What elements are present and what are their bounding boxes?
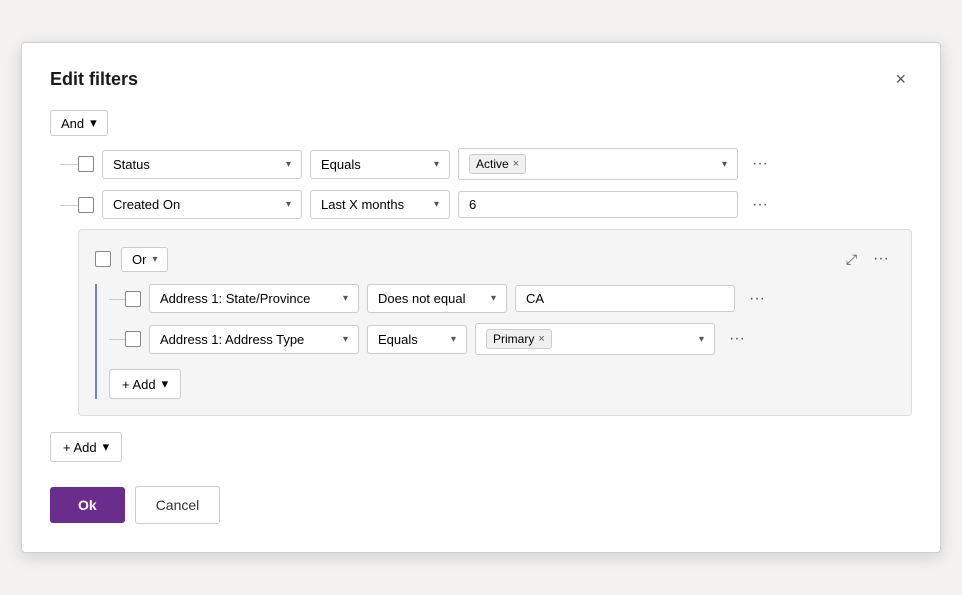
state-field-dropdown[interactable]: Address 1: State/Province ▾ <box>149 284 359 313</box>
dialog-title: Edit filters <box>50 69 138 90</box>
primary-tag-close-icon[interactable]: × <box>538 333 544 345</box>
address-type-operator-dropdown[interactable]: Equals ▾ <box>367 325 467 354</box>
created-on-value-input[interactable] <box>469 197 727 212</box>
status-active-tag: Active × <box>469 154 526 174</box>
address-type-field-dropdown[interactable]: Address 1: Address Type ▾ <box>149 325 359 354</box>
or-group-more-button[interactable]: ··· <box>867 246 895 272</box>
dialog-header: Edit filters × <box>50 67 912 92</box>
or-group: Or ▾ ⤢ ··· Address 1: State/Province ▾ <box>78 229 912 416</box>
address-type-operator-chevron-icon: ▾ <box>451 334 456 345</box>
state-value-input[interactable] <box>526 291 724 306</box>
close-button[interactable]: × <box>889 67 912 92</box>
or-operator-dropdown[interactable]: Or ▾ <box>121 247 168 272</box>
created-on-operator-chevron-icon: ▾ <box>434 199 439 210</box>
ok-button[interactable]: Ok <box>50 487 125 523</box>
address-type-row-more-button[interactable]: ··· <box>723 326 751 352</box>
address-type-value-chevron-icon: ▾ <box>699 334 704 345</box>
created-on-field-dropdown[interactable]: Created On ▾ <box>102 190 302 219</box>
or-group-checkbox[interactable] <box>95 251 111 267</box>
address-type-operator-label: Equals <box>378 332 418 347</box>
status-field-dropdown[interactable]: Status ▾ <box>102 150 302 179</box>
status-tag-close-icon[interactable]: × <box>513 158 519 170</box>
or-chevron-icon: ▾ <box>152 254 157 265</box>
or-group-left: Or ▾ <box>95 247 168 272</box>
primary-tag-label: Primary <box>493 332 534 346</box>
state-row-more-button[interactable]: ··· <box>743 286 771 312</box>
main-add-chevron-icon: ▾ <box>103 439 110 455</box>
or-group-body: Address 1: State/Province ▾ Does not equ… <box>95 284 895 399</box>
created-on-operator-dropdown[interactable]: Last X months ▾ <box>310 190 450 219</box>
dialog-footer: Ok Cancel <box>50 486 912 524</box>
address-type-field-chevron-icon: ▾ <box>343 334 348 345</box>
and-chevron-icon: ▾ <box>90 115 97 131</box>
main-add-button[interactable]: + Add ▾ <box>50 432 122 462</box>
created-on-operator-label: Last X months <box>321 197 404 212</box>
address-type-tag-inner: Primary × <box>486 329 552 349</box>
created-on-row-checkbox[interactable] <box>78 197 94 213</box>
or-group-collapse-button[interactable]: ⤢ <box>842 247 861 272</box>
edit-filters-dialog: Edit filters × And ▾ Status ▾ Equals ▾ A… <box>21 42 941 553</box>
filter-section: Status ▾ Equals ▾ Active × ▾ ··· <box>50 148 912 462</box>
or-row-address-type: Address 1: Address Type ▾ Equals ▾ Prima… <box>109 323 895 355</box>
status-operator-chevron-icon: ▾ <box>434 159 439 170</box>
state-field-chevron-icon: ▾ <box>343 293 348 304</box>
main-add-label: + Add <box>63 440 97 455</box>
created-on-value-field[interactable] <box>458 191 738 218</box>
state-operator-label: Does not equal <box>378 291 465 306</box>
or-group-add-button[interactable]: + Add ▾ <box>109 369 181 399</box>
or-add-label: + Add <box>122 377 156 392</box>
created-on-row-more-button[interactable]: ··· <box>746 192 774 218</box>
status-operator-label: Equals <box>321 157 361 172</box>
primary-tag: Primary × <box>486 329 552 349</box>
or-group-header: Or ▾ ⤢ ··· <box>95 246 895 272</box>
status-value-field[interactable]: Active × ▾ <box>458 148 738 180</box>
cancel-button[interactable]: Cancel <box>135 486 221 524</box>
status-row-more-button[interactable]: ··· <box>746 151 774 177</box>
or-label: Or <box>132 252 146 267</box>
status-operator-dropdown[interactable]: Equals ▾ <box>310 150 450 179</box>
filter-row-created-on: Created On ▾ Last X months ▾ ··· <box>50 190 912 219</box>
state-row-checkbox[interactable] <box>125 291 141 307</box>
status-value-tag-inner: Active × <box>469 154 526 174</box>
address-type-row-checkbox[interactable] <box>125 331 141 347</box>
status-field-chevron-icon: ▾ <box>286 159 291 170</box>
created-on-field-label: Created On <box>113 197 180 212</box>
filter-row-status: Status ▾ Equals ▾ Active × ▾ ··· <box>50 148 912 180</box>
and-operator-dropdown[interactable]: And ▾ <box>50 110 108 136</box>
state-operator-dropdown[interactable]: Does not equal ▾ <box>367 284 507 313</box>
state-value-field[interactable] <box>515 285 735 312</box>
or-group-actions: ⤢ ··· <box>842 246 895 272</box>
status-tag-label: Active <box>476 157 509 171</box>
state-operator-chevron-icon: ▾ <box>491 293 496 304</box>
status-row-checkbox[interactable] <box>78 156 94 172</box>
or-add-chevron-icon: ▾ <box>162 376 169 392</box>
created-on-field-chevron-icon: ▾ <box>286 199 291 210</box>
and-label: And <box>61 116 84 131</box>
status-field-label: Status <box>113 157 150 172</box>
or-row-state: Address 1: State/Province ▾ Does not equ… <box>109 284 895 313</box>
status-value-chevron-icon: ▾ <box>722 159 727 170</box>
address-type-value-field[interactable]: Primary × ▾ <box>475 323 715 355</box>
address-type-field-label: Address 1: Address Type <box>160 332 304 347</box>
state-field-label: Address 1: State/Province <box>160 291 310 306</box>
